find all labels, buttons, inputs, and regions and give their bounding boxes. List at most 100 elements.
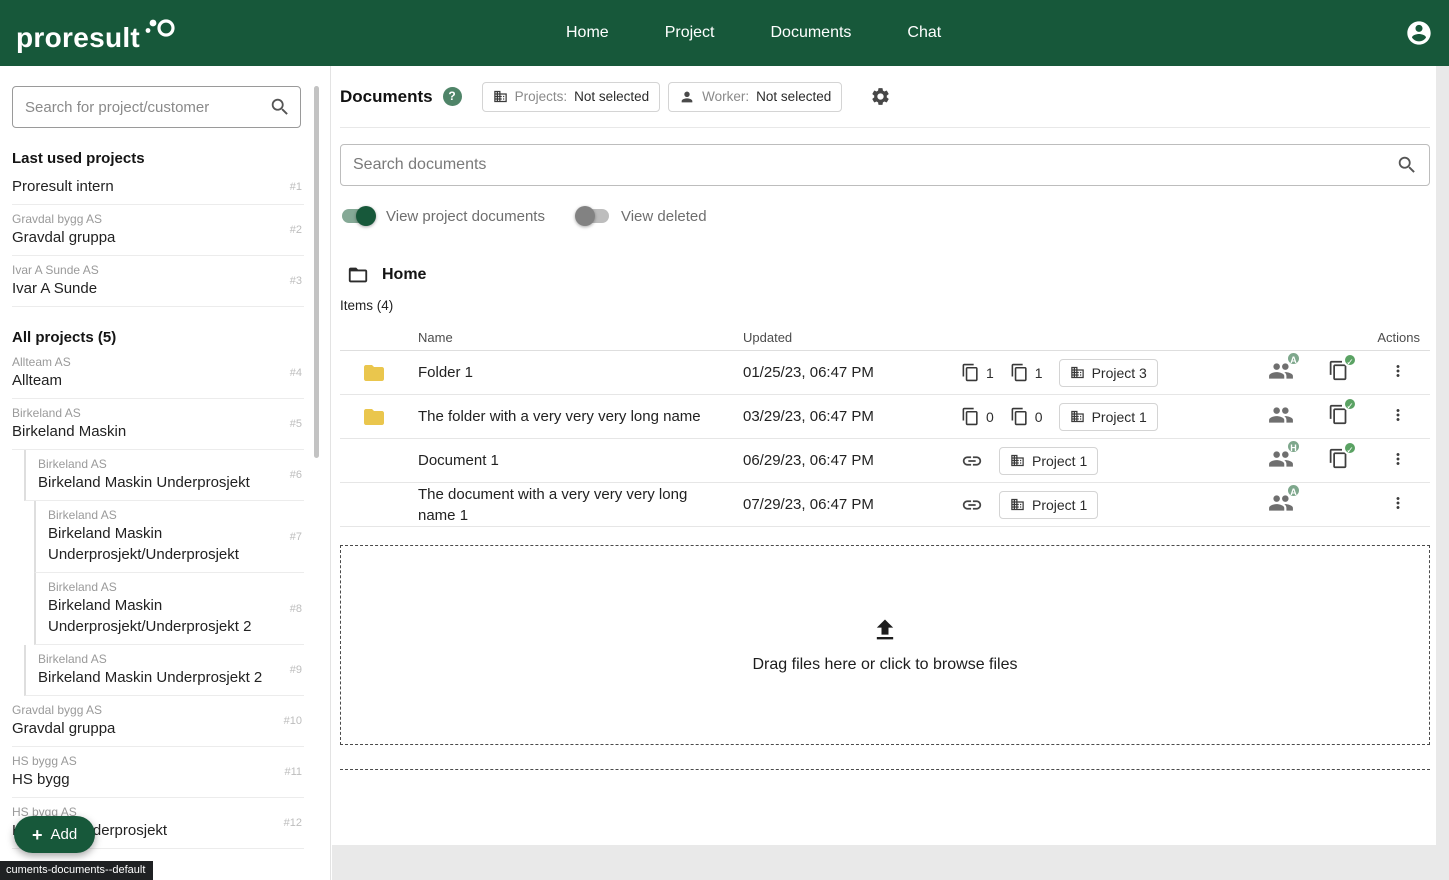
sidebar-project-8[interactable]: Birkeland AS Birkeland Maskin Underprosj… (34, 573, 304, 645)
sidebar-project-11[interactable]: HS bygg AS HS bygg #11 (12, 747, 304, 798)
folder-icon (364, 408, 384, 425)
row-actions-menu[interactable] (1385, 402, 1411, 432)
project-number: #12 (283, 817, 302, 829)
project-chip[interactable]: Project 1 (1058, 402, 1158, 431)
add-project-button[interactable]: + Add (14, 816, 96, 853)
item-updated: 01/25/23, 06:47 PM (743, 364, 874, 381)
project-number: #11 (284, 766, 302, 778)
worker-badge: A (1286, 482, 1301, 498)
table-row[interactable]: Document 1 06/29/23, 06:47 PM Project 1 … (340, 438, 1430, 483)
project-customer: Birkeland AS (38, 652, 107, 666)
item-name[interactable]: The document with a very very very long … (418, 484, 743, 526)
file-dropzone[interactable]: Drag files here or click to browse files (340, 545, 1430, 745)
worker-filter-chip[interactable]: Worker: Not selected (668, 81, 843, 112)
nav-documents[interactable]: Documents (770, 24, 851, 42)
row-actions-menu[interactable] (1385, 490, 1411, 520)
link-icon (962, 499, 982, 510)
project-chip[interactable]: Project 3 (1058, 358, 1158, 387)
folder-icon (364, 364, 384, 381)
projects-filter-label: Projects: (514, 89, 568, 104)
building-icon (1011, 498, 1024, 511)
table-row[interactable]: The folder with a very very very long na… (340, 395, 1430, 439)
projects-filter-chip[interactable]: Projects: Not selected (481, 81, 661, 112)
person-icon (681, 91, 693, 102)
project-chip[interactable]: Project 1 (999, 490, 1099, 519)
search-icon (1398, 156, 1415, 173)
nav-chat[interactable]: Chat (907, 24, 941, 42)
sidebar-project-2[interactable]: Gravdal bygg AS Gravdal gruppa #2 (12, 205, 304, 256)
logo-text: proresult (16, 22, 141, 53)
sidebar-scrollbar[interactable] (314, 86, 319, 458)
table-row[interactable]: Folder 1 01/25/23, 06:47 PM 1 1 Project … (340, 350, 1430, 395)
help-icon[interactable]: ? (442, 87, 462, 106)
sidebar-project-10[interactable]: Gravdal bygg AS Gravdal gruppa #10 (12, 696, 304, 747)
workers-button[interactable]: A (1268, 350, 1301, 388)
project-customer: Birkeland AS (48, 508, 117, 522)
item-name[interactable]: Folder 1 (418, 362, 743, 383)
main-area: Documents ? Projects: Not selected Worke… (332, 66, 1449, 880)
logo[interactable]: proresult (16, 14, 176, 52)
sidebar-project-3[interactable]: Ivar A Sunde AS Ivar A Sunde #3 (12, 256, 304, 307)
worker-filter-label: Worker: (702, 89, 750, 104)
building-icon (1070, 366, 1084, 379)
project-customer: Birkeland AS (38, 457, 107, 471)
workers-button[interactable] (1268, 402, 1294, 432)
link-icon (962, 455, 982, 466)
check-badge: ✓ (1343, 397, 1357, 411)
project-name: Ivar A Sunde (12, 280, 98, 297)
sidebar-project-5[interactable]: Birkeland AS Birkeland Maskin #5 (12, 399, 304, 450)
sidebar-project-4[interactable]: Allteam AS Allteam #4 (12, 348, 304, 399)
dropzone-divider (340, 769, 1430, 770)
project-search-input[interactable] (12, 86, 301, 128)
document-count: 1 (1010, 363, 1043, 382)
sidebar-project-6[interactable]: Birkeland AS Birkeland Maskin Underprosj… (24, 450, 304, 501)
nav-home[interactable]: Home (566, 24, 609, 42)
view-deleted-toggle[interactable] (574, 206, 611, 226)
row-actions-menu[interactable] (1385, 358, 1411, 388)
top-navigation: Home Project Documents Chat (566, 0, 941, 66)
item-updated: 03/29/23, 06:47 PM (743, 408, 874, 425)
account-circle-icon (1407, 21, 1431, 45)
vertical-dots-icon (1396, 364, 1400, 377)
item-name[interactable]: The folder with a very very very long na… (418, 406, 743, 427)
project-chip[interactable]: Project 1 (999, 446, 1099, 475)
project-customer: Gravdal bygg AS (12, 703, 103, 717)
sidebar-project-9[interactable]: Birkeland AS Birkeland Maskin Underprosj… (24, 645, 304, 696)
document-toggles: View project documents View deleted (340, 202, 1430, 230)
group-icon (1269, 406, 1293, 423)
folder-copy-icon (962, 407, 978, 426)
search-icon (271, 98, 288, 115)
project-name: Birkeland Maskin Underprosjekt/Underpros… (48, 597, 252, 635)
project-number: #9 (289, 664, 302, 676)
workers-button[interactable]: H (1268, 438, 1301, 476)
subfolder-count: 1 (961, 363, 994, 382)
project-customer: Birkeland AS (48, 580, 117, 594)
sidebar-project-1[interactable]: Proresult intern #1 (12, 169, 304, 205)
approved-copy-button[interactable]: ✓ (1328, 441, 1357, 473)
item-updated: 06/29/23, 06:47 PM (743, 452, 874, 469)
item-name[interactable]: Document 1 (418, 450, 743, 471)
approved-copy-button[interactable]: ✓ (1328, 353, 1357, 385)
document-search-input[interactable] (340, 144, 1430, 186)
table-row[interactable]: The document with a very very very long … (340, 482, 1430, 527)
nav-project[interactable]: Project (665, 24, 715, 42)
account-button[interactable] (1405, 19, 1433, 47)
sidebar-project-7[interactable]: Birkeland AS Birkeland Maskin Underprosj… (34, 501, 304, 573)
worker-badge: A (1286, 350, 1301, 366)
file-copy-icon (1011, 407, 1027, 426)
folder-outline-icon (348, 267, 368, 283)
settings-gear-icon[interactable] (870, 86, 891, 107)
document-count: 0 (1010, 407, 1043, 426)
view-project-documents-toggle[interactable] (340, 206, 376, 226)
add-button-label: Add (50, 826, 78, 843)
folder-copy-icon (962, 363, 978, 382)
workers-button[interactable]: A (1268, 482, 1301, 520)
items-count: Items (4) (340, 298, 394, 313)
plus-icon: + (32, 824, 43, 845)
row-actions-menu[interactable] (1385, 446, 1411, 476)
project-number: #8 (289, 602, 302, 615)
project-customer: HS bygg AS (12, 754, 77, 768)
upload-icon (876, 619, 894, 640)
table-header: Name Updated Actions (340, 325, 1430, 351)
approved-copy-button[interactable]: ✓ (1328, 397, 1357, 429)
